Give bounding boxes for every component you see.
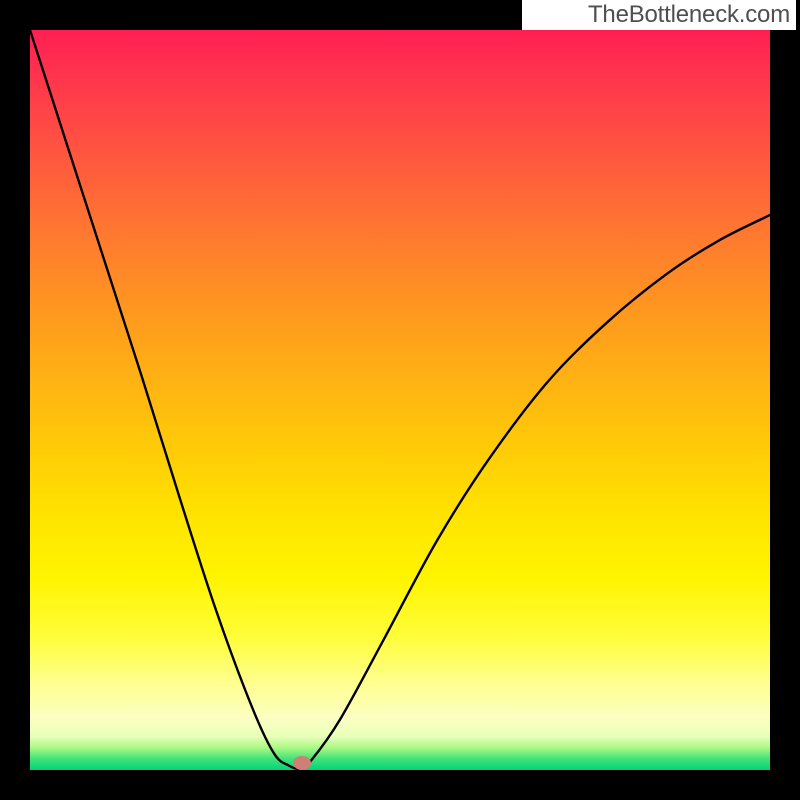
- chart-frame: TheBottleneck.com: [0, 0, 800, 800]
- optimum-marker: [293, 756, 311, 770]
- bottleneck-curve: [30, 30, 770, 769]
- plot-area: [30, 30, 770, 770]
- watermark-label: TheBottleneck.com: [522, 0, 796, 30]
- curve-svg: [30, 30, 770, 770]
